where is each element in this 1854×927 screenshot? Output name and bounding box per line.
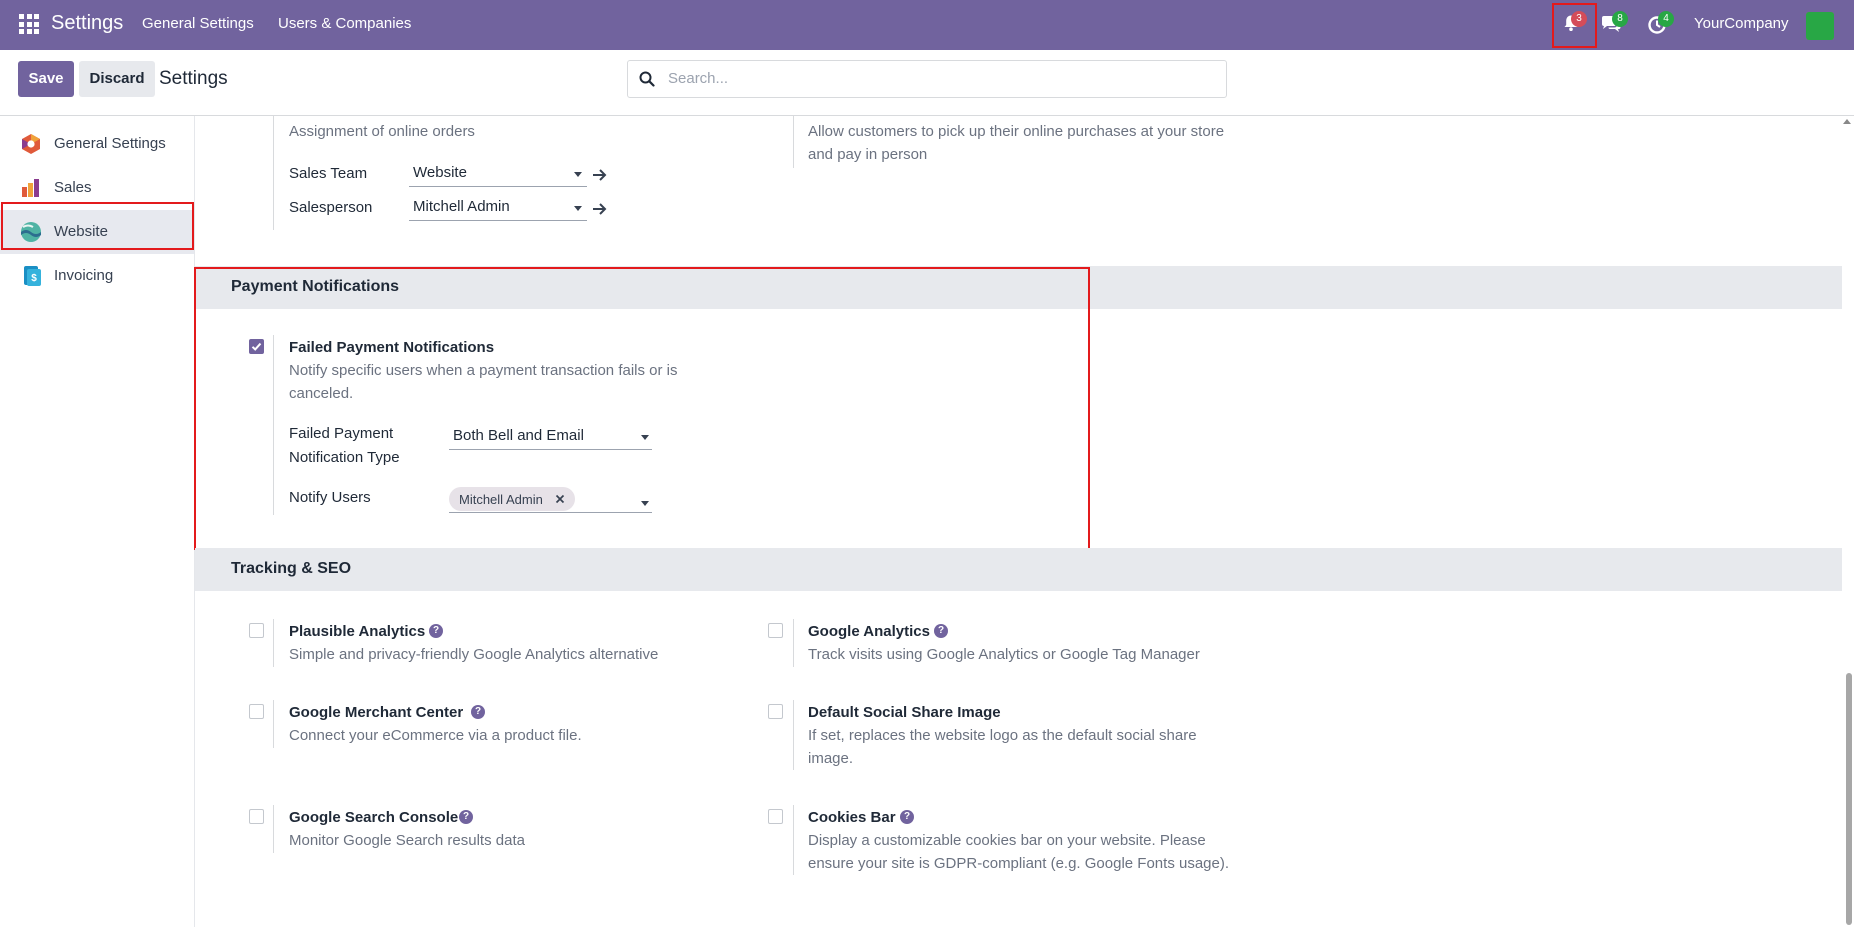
plausible-checkbox[interactable]	[249, 623, 264, 638]
setting-divider	[793, 116, 794, 168]
setting-desc-line2: ensure your site is GDPR-compliant (e.g.…	[808, 855, 1230, 872]
salesperson-select[interactable]: Mitchell Admin	[409, 194, 587, 221]
click-collect-desc-line1: Allow customers to pick up their online …	[808, 123, 1225, 140]
salesperson-label: Salesperson	[289, 199, 373, 216]
help-icon[interactable]: ?	[934, 624, 948, 638]
setting-title: Google Analytics	[808, 623, 930, 640]
svg-text:$: $	[31, 273, 37, 284]
setting-title: Default Social Share Image	[808, 704, 1001, 721]
sales-team-select[interactable]: Website	[409, 160, 587, 187]
setting-divider	[273, 805, 274, 853]
search-console-checkbox[interactable]	[249, 809, 264, 824]
chevron-down-icon	[574, 172, 582, 177]
setting-desc-line1: Display a customizable cookies bar on yo…	[808, 832, 1206, 849]
app-title[interactable]: Settings	[51, 12, 123, 35]
sales-team-label: Sales Team	[289, 165, 368, 182]
setting-desc: Connect your eCommerce via a product fil…	[289, 727, 582, 744]
website-item-highlight	[1, 202, 194, 250]
merchant-center-checkbox[interactable]	[249, 704, 264, 719]
help-icon[interactable]: ?	[900, 810, 914, 824]
sidebar-item-general-settings[interactable]: General Settings	[0, 122, 194, 166]
invoicing-app-icon: $	[24, 266, 41, 286]
setting-divider	[273, 116, 274, 230]
messages-count-badge: 8	[1612, 11, 1628, 27]
apps-menu-icon[interactable]	[19, 14, 39, 34]
top-navbar: Settings General Settings Users & Compan…	[0, 0, 1854, 50]
help-icon[interactable]: ?	[471, 705, 485, 719]
sidebar-item-invoicing[interactable]: $ Invoicing	[0, 254, 194, 298]
google-analytics-checkbox[interactable]	[768, 623, 783, 638]
search-input[interactable]	[668, 70, 1208, 87]
control-panel: Save Discard Settings	[0, 50, 1854, 116]
setting-divider	[273, 619, 274, 667]
sidebar-item-label: Invoicing	[54, 267, 114, 284]
setting-divider	[793, 619, 794, 667]
chevron-down-icon	[574, 206, 582, 211]
discard-button[interactable]: Discard	[79, 61, 155, 97]
tracking-seo-header	[195, 548, 1842, 591]
company-switcher[interactable]: YourCompany	[1694, 15, 1789, 32]
cookies-bar-checkbox[interactable]	[768, 809, 783, 824]
setting-title: Google Search Console	[289, 809, 459, 826]
setting-desc-line1: If set, replaces the website logo as the…	[808, 727, 1197, 744]
scrollbar-thumb[interactable]	[1846, 673, 1852, 925]
click-collect-desc-line2: and pay in person	[808, 146, 928, 163]
setting-desc-line2: image.	[808, 750, 854, 767]
arrow-right-icon[interactable]	[592, 202, 608, 216]
setting-title: Google Merchant Center	[289, 704, 464, 721]
help-icon[interactable]: ?	[459, 810, 473, 824]
sales-app-icon	[22, 179, 39, 197]
help-icon[interactable]: ?	[429, 624, 443, 638]
menu-users-companies[interactable]: Users & Companies	[278, 15, 411, 32]
salesperson-value: Mitchell Admin	[413, 198, 510, 215]
setting-desc: Simple and privacy-friendly Google Analy…	[289, 646, 659, 663]
save-button[interactable]: Save	[18, 61, 74, 97]
search-icon	[639, 71, 655, 87]
page-title: Settings	[159, 68, 228, 89]
notification-count-badge: 3	[1571, 11, 1587, 27]
sales-team-value: Website	[413, 164, 467, 181]
setting-title: Plausible Analytics	[289, 623, 426, 640]
setting-divider	[273, 700, 274, 748]
scroll-up-arrow-icon[interactable]	[1843, 119, 1851, 124]
social-share-image-checkbox[interactable]	[768, 704, 783, 719]
activities-count-badge: 4	[1658, 11, 1674, 27]
search-box	[627, 60, 1227, 98]
arrow-right-icon[interactable]	[592, 168, 608, 182]
setting-title: Cookies Bar	[808, 809, 896, 826]
sidebar-item-label: Sales	[54, 179, 92, 196]
sidebar-item-label: General Settings	[54, 135, 166, 152]
menu-general-settings[interactable]: General Settings	[142, 15, 254, 32]
setting-desc: Monitor Google Search results data	[289, 832, 525, 849]
settings-app-icon	[22, 134, 40, 154]
online-status-dot	[1806, 12, 1834, 40]
setting-desc: Track visits using Google Analytics or G…	[808, 646, 1200, 663]
setting-divider	[793, 805, 794, 875]
setting-divider	[793, 700, 794, 770]
online-orders-desc: Assignment of online orders	[289, 123, 475, 140]
section-title: Tracking & SEO	[231, 560, 352, 577]
payment-notifications-highlight	[194, 267, 1090, 550]
